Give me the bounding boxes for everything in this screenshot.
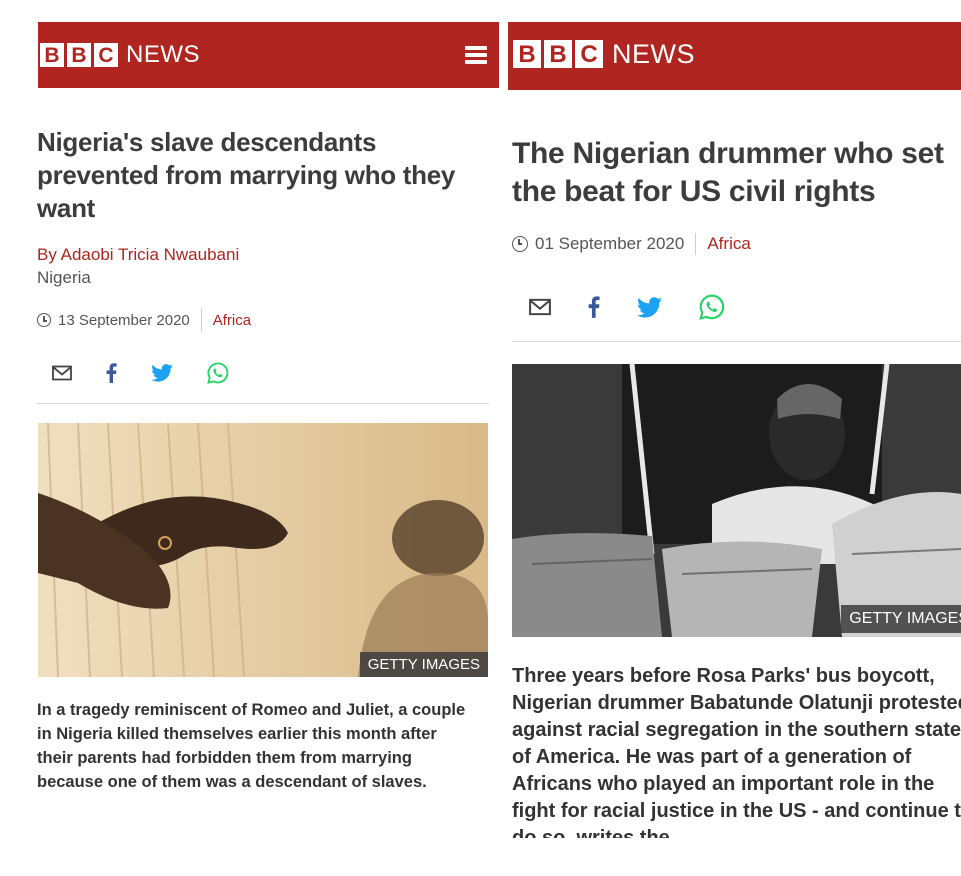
- logo-letter: C: [94, 43, 118, 67]
- facebook-icon[interactable]: [588, 296, 600, 318]
- share-bar: [529, 294, 725, 320]
- article-meta: 13 September 2020 Africa: [37, 309, 251, 331]
- right-article-screenshot: B B C NEWS The Nigerian drummer who set …: [505, 0, 961, 876]
- clock-icon: [512, 236, 528, 252]
- facebook-icon[interactable]: [106, 363, 117, 383]
- publish-date: 01 September 2020: [535, 234, 685, 253]
- email-icon[interactable]: [529, 298, 551, 316]
- image-credit: GETTY IMAGES: [359, 652, 488, 677]
- left-article-screenshot: B B C NEWS Nigeria's slave descendants p…: [0, 0, 505, 876]
- article-meta: 01 September 2020 Africa: [512, 233, 751, 255]
- article-image[interactable]: GETTY IMAGES: [38, 423, 488, 677]
- bbc-header: B B C NEWS: [508, 22, 961, 90]
- menu-icon[interactable]: [465, 46, 487, 64]
- email-icon[interactable]: [52, 365, 72, 381]
- article-headline: The Nigerian drummer who set the beat fo…: [512, 137, 944, 208]
- news-wordmark: NEWS: [126, 41, 200, 68]
- publish-date: 13 September 2020: [58, 311, 190, 329]
- meta-divider: [200, 309, 202, 331]
- logo-letter: C: [575, 40, 603, 68]
- twitter-icon[interactable]: [151, 364, 173, 382]
- news-wordmark: NEWS: [612, 39, 695, 69]
- article-image[interactable]: GETTY IMAGES: [512, 364, 961, 637]
- author-location: Nigeria: [37, 268, 91, 287]
- logo-letter: B: [513, 40, 541, 68]
- twitter-icon[interactable]: [637, 296, 662, 318]
- logo-letter: B: [40, 43, 64, 67]
- whatsapp-icon[interactable]: [207, 362, 229, 384]
- logo-letter: B: [67, 43, 91, 67]
- article-lede: Three years before Rosa Parks' bus boyco…: [512, 665, 961, 838]
- clock-icon: [37, 313, 51, 327]
- share-bar: [52, 362, 229, 384]
- meta-divider: [695, 233, 697, 255]
- divider-line: [37, 403, 489, 404]
- section-link[interactable]: Africa: [213, 312, 251, 329]
- article-lede: In a tragedy reminiscent of Romeo and Ju…: [37, 701, 466, 791]
- bbc-logo[interactable]: B B C: [40, 43, 118, 67]
- author-byline[interactable]: By Adaobi Tricia Nwaubani: [37, 245, 239, 265]
- bbc-logo[interactable]: B B C: [513, 40, 603, 68]
- bbc-header: B B C NEWS: [38, 22, 499, 88]
- section-link[interactable]: Africa: [707, 234, 750, 254]
- article-headline: Nigeria's slave descendants prevented fr…: [37, 127, 456, 223]
- image-credit: GETTY IMAGES: [841, 605, 961, 633]
- divider-line: [512, 341, 961, 342]
- whatsapp-icon[interactable]: [699, 294, 725, 320]
- logo-letter: B: [544, 40, 572, 68]
